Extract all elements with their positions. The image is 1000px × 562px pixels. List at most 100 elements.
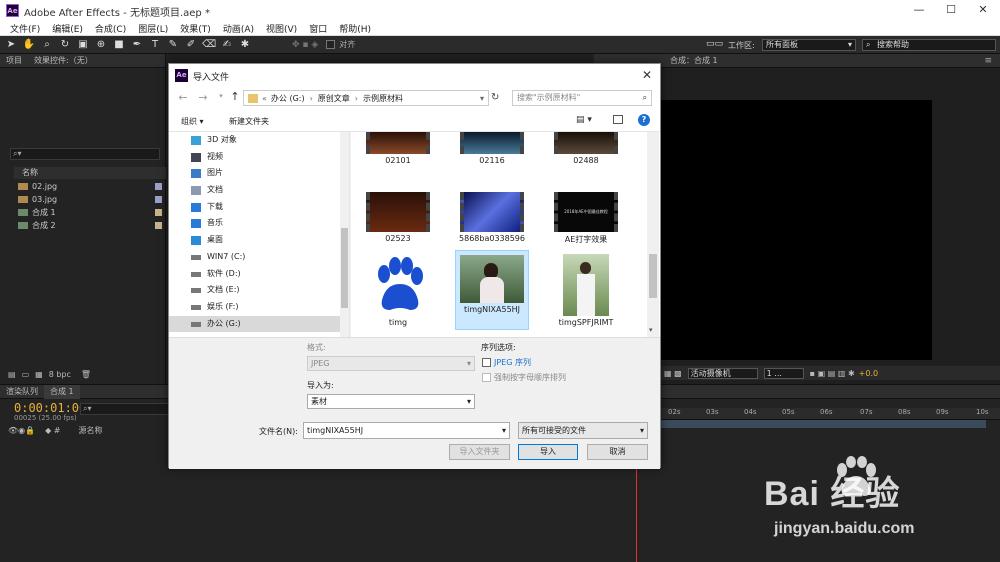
timeline-search-input[interactable]: ⌕▾ xyxy=(80,403,170,415)
rectangle-tool-icon[interactable]: ■ xyxy=(112,38,126,52)
nav-item-drive-g[interactable]: 办公 (G:) xyxy=(169,315,349,333)
zoom-tool-icon[interactable]: ⌕ xyxy=(40,38,54,52)
brush-tool-icon[interactable]: ✎ xyxy=(166,38,180,52)
menu-composition[interactable]: 合成(C) xyxy=(95,22,126,35)
address-dropdown-icon[interactable]: ▾ xyxy=(480,94,484,103)
tab-composition[interactable]: 合成：合成 1 xyxy=(664,54,724,68)
dialog-search-input[interactable]: 搜索"示例原材料" ⌕ xyxy=(512,90,652,106)
eraser-tool-icon[interactable]: ⌫ xyxy=(202,38,216,52)
menu-layer[interactable]: 图层(L) xyxy=(138,22,168,35)
project-list-header[interactable]: 名称 xyxy=(14,167,166,179)
preview-pane-icon[interactable] xyxy=(613,115,623,124)
list-item[interactable]: 03.jpg xyxy=(14,193,166,206)
file-item-timgspfjrimt[interactable]: timgSPFJRIMT xyxy=(549,254,623,327)
maximize-button[interactable]: ☐ xyxy=(940,2,962,18)
nav-item-desktop[interactable]: 桌面 xyxy=(169,232,349,249)
exposure-value[interactable]: +0.0 xyxy=(859,369,878,378)
nav-item-downloads[interactable]: 下载 xyxy=(169,199,349,216)
av-features-icons[interactable]: 👁◉🔒 xyxy=(8,426,35,435)
puppet-tool-icon[interactable]: ✱ xyxy=(238,38,252,52)
label-color-swatch[interactable] xyxy=(155,209,162,216)
trash-icon[interactable]: 🗑 xyxy=(81,370,91,379)
tab-render-queue[interactable]: 渲染队列 xyxy=(0,385,44,399)
selection-tool-icon[interactable]: ➤ xyxy=(4,38,18,52)
nav-item-3d-objects[interactable]: 3D 对象 xyxy=(169,132,349,149)
file-scrollbar-thumb[interactable] xyxy=(649,254,657,298)
current-timecode[interactable]: 0:00:01:00 xyxy=(14,401,86,415)
new-folder-icon[interactable]: ▭ xyxy=(22,370,30,379)
viewer-option-icons[interactable]: ▪ ▣ ▤ ▥ ✱ xyxy=(810,369,855,378)
file-item-02488[interactable]: 02488 xyxy=(549,132,623,165)
panel-menu-icon[interactable]: ≡ xyxy=(984,56,992,66)
interpret-footage-icon[interactable]: ▤ xyxy=(8,370,16,379)
nav-item-drive-f[interactable]: 娱乐 (F:) xyxy=(169,299,349,316)
nav-item-music[interactable]: 音乐 xyxy=(169,215,349,232)
menu-help[interactable]: 帮助(H) xyxy=(339,22,371,35)
minimize-button[interactable]: — xyxy=(908,2,930,18)
view-options-icon[interactable]: ▤ ▾ xyxy=(576,115,592,125)
nav-item-pictures[interactable]: 图片 xyxy=(169,165,349,182)
vr-icon[interactable]: ▭▭ xyxy=(706,39,723,49)
menu-animation[interactable]: 动画(A) xyxy=(223,22,254,35)
jpeg-sequence-checkbox[interactable] xyxy=(482,358,491,367)
camera-tool-icon[interactable]: ▣ xyxy=(76,38,90,52)
file-type-dropdown[interactable]: 所有可接受的文件 ▾ xyxy=(518,422,648,439)
nav-scrollbar[interactable] xyxy=(340,132,349,337)
address-crumb[interactable]: 办公 (G:) xyxy=(271,93,305,104)
anchor-tool-icon[interactable]: ⊕ xyxy=(94,38,108,52)
list-item[interactable]: 合成 2 xyxy=(14,219,166,232)
menu-effect[interactable]: 效果(T) xyxy=(180,22,211,35)
address-bar[interactable]: « 办公 (G:) › 原创文章 › 示例原材料 ▾ xyxy=(243,90,489,106)
bpc-label[interactable]: 8 bpc xyxy=(49,370,71,379)
menu-view[interactable]: 视图(V) xyxy=(266,22,297,35)
nav-item-drive-c[interactable]: WIN7 (C:) xyxy=(169,249,349,266)
file-item-ae-typing[interactable]: 2018年AE中国最佳教程 AE打字效果 xyxy=(549,192,623,245)
organize-button[interactable]: 组织 ▾ xyxy=(181,116,204,127)
address-overflow[interactable]: « xyxy=(262,94,267,103)
menu-edit[interactable]: 编辑(E) xyxy=(52,22,83,35)
menu-window[interactable]: 窗口 xyxy=(309,22,327,35)
menu-file[interactable]: 文件(F) xyxy=(10,22,40,35)
back-arrow-icon[interactable]: ← xyxy=(175,91,191,104)
address-crumb[interactable]: 示例原材料 xyxy=(363,93,403,104)
source-name-column[interactable]: 源名称 xyxy=(79,425,103,436)
roto-tool-icon[interactable]: ✍ xyxy=(220,38,234,52)
forward-arrow-icon[interactable]: → xyxy=(195,91,211,104)
new-composition-icon[interactable]: ▦ xyxy=(35,370,43,379)
help-icon[interactable]: ? xyxy=(638,114,650,126)
label-color-swatch[interactable] xyxy=(155,196,162,203)
work-area-bar[interactable] xyxy=(656,420,986,428)
up-arrow-icon[interactable]: ↑ xyxy=(227,90,243,103)
nav-scrollbar-thumb[interactable] xyxy=(341,228,348,308)
nav-item-videos[interactable]: 视频 xyxy=(169,149,349,166)
filename-input[interactable]: timgNIXA55HJ ▾ xyxy=(303,422,510,439)
tab-comp-1[interactable]: 合成 1 xyxy=(44,384,80,399)
address-crumb[interactable]: 原创文章 xyxy=(318,93,350,104)
list-item[interactable]: 02.jpg xyxy=(14,180,166,193)
file-item-02116[interactable]: 02116 xyxy=(455,132,529,165)
label-icon[interactable]: ◆ # xyxy=(45,426,60,435)
new-folder-button[interactable]: 新建文件夹 xyxy=(229,116,269,127)
rotate-tool-icon[interactable]: ↻ xyxy=(58,38,72,52)
label-color-swatch[interactable] xyxy=(155,183,162,190)
tab-project[interactable]: 项目 xyxy=(0,54,28,68)
clone-tool-icon[interactable]: ✐ xyxy=(184,38,198,52)
project-search-input[interactable]: ⌕▾ xyxy=(10,148,160,160)
pen-tool-icon[interactable]: ✒ xyxy=(130,38,144,52)
import-as-dropdown[interactable]: 素材 ▾ xyxy=(307,394,475,409)
workspace-dropdown[interactable]: 所有面板 ▾ xyxy=(762,39,856,51)
nav-item-drive-e[interactable]: 文档 (E:) xyxy=(169,282,349,299)
list-item[interactable]: 合成 1 xyxy=(14,206,166,219)
cancel-button[interactable]: 取消 xyxy=(587,444,648,460)
composition-canvas[interactable] xyxy=(660,100,932,360)
dialog-close-button[interactable]: ✕ xyxy=(639,67,655,83)
scroll-down-icon[interactable]: ▾ xyxy=(649,326,653,334)
close-window-button[interactable]: ✕ xyxy=(972,2,994,18)
grid-icon[interactable]: ▦ ▩ xyxy=(664,369,682,378)
tab-effect-controls[interactable]: 效果控件:（无） xyxy=(28,54,99,68)
import-button[interactable]: 导入 xyxy=(518,444,578,460)
nav-item-drive-d[interactable]: 软件 (D:) xyxy=(169,266,349,283)
search-help-input[interactable]: ⌕ 搜索帮助 xyxy=(862,39,996,51)
views-dropdown[interactable]: 1 ... xyxy=(763,367,804,379)
file-item-02101[interactable]: 02101 xyxy=(361,132,435,165)
